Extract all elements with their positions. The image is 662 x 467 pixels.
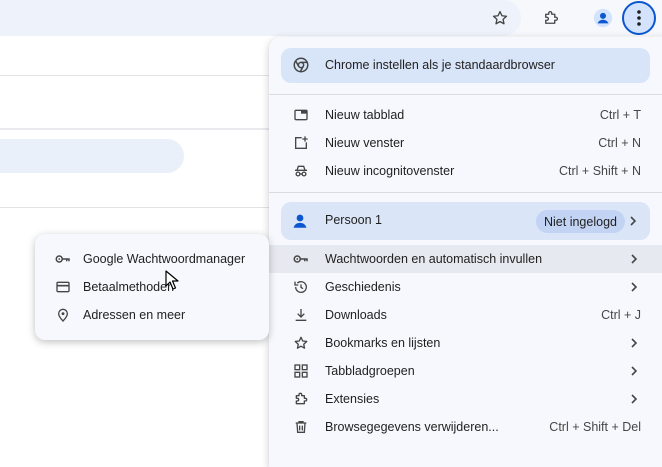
menu-item-new-tab[interactable]: Nieuw tabblad Ctrl + T xyxy=(269,101,662,129)
keyboard-shortcut: Ctrl + N xyxy=(598,136,641,150)
chevron-right-icon xyxy=(627,215,639,227)
menu-item-label: Extensies xyxy=(325,392,380,406)
passwords-autofill-submenu: Google Wachtwoordmanager Betaalmethoden … xyxy=(35,234,269,340)
person-icon xyxy=(291,212,309,230)
page-search-field[interactable] xyxy=(0,139,184,173)
submenu-item-addresses[interactable]: Adressen en meer xyxy=(35,301,269,329)
chevron-right-icon xyxy=(628,337,640,349)
submenu-item-payment-methods[interactable]: Betaalmethoden xyxy=(35,273,269,301)
tab-groups-icon xyxy=(292,362,310,380)
submenu-item-label: Adressen en meer xyxy=(83,308,186,322)
incognito-icon xyxy=(292,162,310,180)
chrome-icon xyxy=(292,56,310,74)
menu-item-extensions[interactable]: Extensies xyxy=(269,385,662,413)
menu-item-label: Bookmarks en lijsten xyxy=(325,336,441,350)
menu-item-label: Tabbladgroepen xyxy=(325,364,415,378)
new-tab-icon xyxy=(292,106,310,124)
location-pin-icon xyxy=(54,306,72,324)
key-icon xyxy=(292,250,310,268)
new-window-icon xyxy=(292,134,310,152)
menu-item-history[interactable]: Geschiedenis xyxy=(269,273,662,301)
chrome-main-menu: Chrome instellen als je standaardbrowser… xyxy=(269,37,662,467)
address-bar[interactable] xyxy=(0,0,521,36)
star-icon[interactable] xyxy=(488,6,512,30)
history-icon xyxy=(292,278,310,296)
menu-item-label: Downloads xyxy=(325,308,387,322)
set-default-browser-label: Chrome instellen als je standaardbrowser xyxy=(325,58,555,72)
chevron-right-icon xyxy=(628,393,640,405)
sign-in-status-badge: Niet ingelogd xyxy=(536,210,625,233)
menu-item-tab-groups[interactable]: Tabbladgroepen xyxy=(269,357,662,385)
star-icon xyxy=(292,334,310,352)
menu-item-label: Nieuw tabblad xyxy=(325,108,405,122)
more-vert-icon[interactable] xyxy=(622,1,656,35)
keyboard-shortcut: Ctrl + Shift + N xyxy=(559,164,641,178)
download-icon xyxy=(292,306,310,324)
page-divider xyxy=(0,75,280,76)
menu-item-label: Nieuw incognitovenster xyxy=(325,164,455,178)
trash-icon xyxy=(292,418,310,436)
chevron-right-icon xyxy=(628,253,640,265)
menu-item-clear-browsing-data[interactable]: Browsegegevens verwijderen... Ctrl + Shi… xyxy=(269,413,662,441)
menu-separator xyxy=(269,94,662,95)
set-default-browser-button[interactable]: Chrome instellen als je standaardbrowser xyxy=(281,48,650,83)
menu-item-passwords-autofill[interactable]: Wachtwoorden en automatisch invullen xyxy=(269,245,662,273)
menu-item-label: Geschiedenis xyxy=(325,280,401,294)
credit-card-icon xyxy=(54,278,72,296)
keyboard-shortcut: Ctrl + T xyxy=(599,108,641,122)
menu-item-label: Browsegegevens verwijderen... xyxy=(325,420,499,434)
profile-avatar-icon[interactable] xyxy=(591,6,615,30)
keyboard-shortcut: Ctrl + J xyxy=(601,308,641,322)
keyboard-shortcut: Ctrl + Shift + Del xyxy=(549,420,641,434)
browser-toolbar xyxy=(0,0,662,36)
submenu-item-password-manager[interactable]: Google Wachtwoordmanager xyxy=(35,245,269,273)
mouse-cursor-icon xyxy=(165,270,179,290)
submenu-item-label: Betaalmethoden xyxy=(83,280,175,294)
menu-item-downloads[interactable]: Downloads Ctrl + J xyxy=(269,301,662,329)
profile-name: Persoon 1 xyxy=(325,213,382,227)
chevron-right-icon xyxy=(628,281,640,293)
extensions-icon xyxy=(292,390,310,408)
chevron-right-icon xyxy=(628,365,640,377)
extensions-icon[interactable] xyxy=(539,6,563,30)
menu-separator xyxy=(269,192,662,193)
submenu-item-label: Google Wachtwoordmanager xyxy=(83,252,246,266)
menu-item-label: Wachtwoorden en automatisch invullen xyxy=(325,252,543,266)
page-divider xyxy=(0,207,280,208)
menu-item-bookmarks[interactable]: Bookmarks en lijsten xyxy=(269,329,662,357)
page-divider xyxy=(0,128,280,130)
menu-item-new-window[interactable]: Nieuw venster Ctrl + N xyxy=(269,129,662,157)
key-icon xyxy=(54,250,72,268)
menu-item-label: Nieuw venster xyxy=(325,136,405,150)
profile-row[interactable]: Persoon 1 Niet ingelogd xyxy=(281,202,650,240)
menu-item-new-incognito[interactable]: Nieuw incognitovenster Ctrl + Shift + N xyxy=(269,157,662,185)
